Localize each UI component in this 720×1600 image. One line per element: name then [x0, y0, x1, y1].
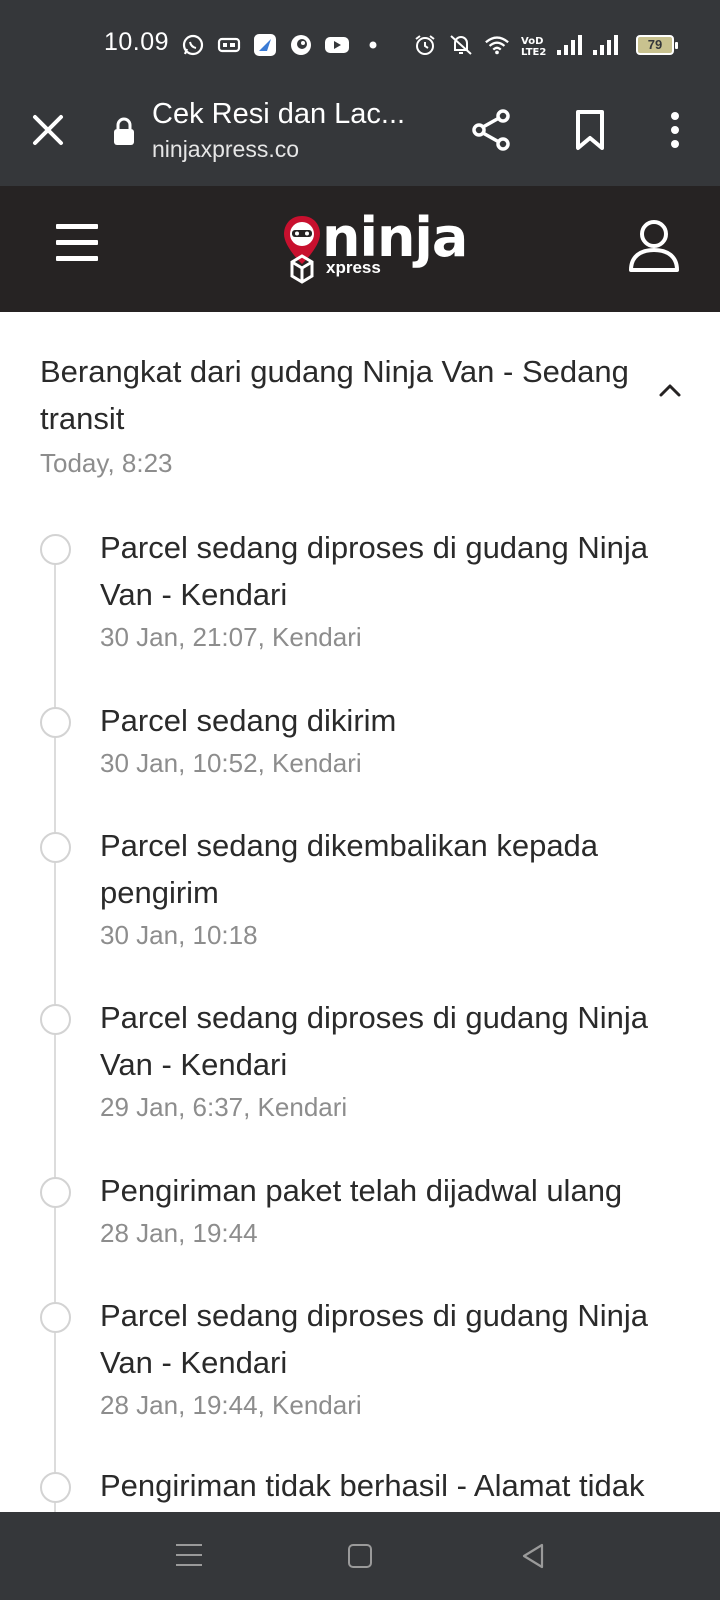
event-meta: 30 Jan, 10:52, Kendari	[100, 748, 362, 778]
youtube-icon	[324, 32, 350, 58]
menu-icon[interactable]	[56, 224, 98, 264]
home-icon[interactable]	[348, 1544, 372, 1568]
tracking-content: Berangkat dari gudang Ninja Van - Sedang…	[0, 312, 720, 1512]
svg-text:VoD: VoD	[521, 36, 543, 47]
event-title: Parcel sedang diproses di gudang Ninja V…	[100, 530, 649, 612]
timeline-dot-icon	[40, 1472, 71, 1503]
dot-icon	[360, 32, 386, 58]
logo-subtitle: xpress	[326, 258, 381, 277]
page-title[interactable]: Cek Resi dan Lac...	[152, 98, 405, 131]
event-title: Parcel sedang dikembalikan kepada pengir…	[100, 828, 599, 910]
wifi-icon	[484, 32, 510, 58]
latest-status-title: Berangkat dari gudang Ninja Van - Sedang…	[40, 354, 629, 436]
whatsapp-icon	[180, 32, 206, 58]
battery-icon: 79	[636, 35, 678, 55]
event-meta: 30 Jan, 10:18	[100, 920, 258, 950]
event-title: Parcel sedang dikirim	[100, 703, 397, 738]
volte-icon: VoD LTE2	[520, 32, 546, 58]
timeline-item: Parcel sedang dikembalikan kepada pengir…	[40, 822, 680, 951]
timeline-dot-icon	[40, 1177, 71, 1208]
timeline-item: Parcel sedang diproses di gudang Ninja V…	[40, 1292, 680, 1421]
chevron-up-icon[interactable]	[656, 380, 684, 400]
svg-text:LTE2: LTE2	[521, 47, 546, 57]
timeline-item: Pengiriman tidak berhasil - Alamat tidak	[40, 1462, 680, 1512]
event-meta: 29 Jan, 6:37, Kendari	[100, 1092, 348, 1122]
status-time: 10.09	[104, 28, 170, 56]
notification-icons	[180, 30, 396, 60]
timeline-dot-icon	[40, 707, 71, 738]
timeline-dot-icon	[40, 1302, 71, 1333]
system-nav-bar	[0, 1512, 720, 1600]
event-title: Parcel sedang diproses di gudang Ninja V…	[100, 1000, 649, 1082]
user-account-icon[interactable]	[628, 218, 680, 274]
alarm-icon	[412, 32, 438, 58]
signal-icon	[556, 32, 582, 58]
back-icon[interactable]	[520, 1542, 546, 1570]
share-icon[interactable]	[470, 108, 514, 152]
lock-icon[interactable]	[112, 116, 136, 146]
signal-icon	[592, 32, 618, 58]
close-icon[interactable]	[28, 110, 68, 150]
timeline-item: Parcel sedang diproses di gudang Ninja V…	[40, 524, 680, 653]
browser-toolbar: Cek Resi dan Lac... ninjaxpress.co	[0, 88, 720, 186]
latest-status-time: Today, 8:23	[40, 448, 173, 478]
ninja-xpress-logo[interactable]: ninja xpress	[282, 206, 468, 284]
site-header: ninja xpress	[0, 186, 720, 312]
system-icons: VoD LTE2 79	[412, 30, 678, 60]
timeline-dot-icon	[40, 1004, 71, 1035]
bookmark-icon[interactable]	[570, 108, 610, 152]
event-meta: 30 Jan, 21:07, Kendari	[100, 622, 362, 652]
status-bar: 10.09 VoD LTE2 79	[0, 0, 720, 88]
mute-icon	[448, 32, 474, 58]
timeline-line	[54, 560, 56, 1512]
event-meta: 28 Jan, 19:44, Kendari	[100, 1390, 362, 1420]
latest-status[interactable]: Berangkat dari gudang Ninja Van - Sedang…	[40, 348, 640, 479]
timeline-item: Pengiriman paket telah dijadwal ulang 28…	[40, 1167, 680, 1249]
timeline-item: Parcel sedang diproses di gudang Ninja V…	[40, 994, 680, 1123]
event-title: Parcel sedang diproses di gudang Ninja V…	[100, 1298, 649, 1380]
page-url[interactable]: ninjaxpress.co	[152, 136, 299, 163]
recent-apps-icon[interactable]	[176, 1544, 202, 1568]
timeline-dot-icon	[40, 832, 71, 863]
event-meta: 28 Jan, 19:44	[100, 1218, 258, 1248]
timeline-item: Parcel sedang dikirim 30 Jan, 10:52, Ken…	[40, 697, 680, 779]
message-icon	[216, 32, 242, 58]
event-title: Pengiriman tidak berhasil - Alamat tidak	[100, 1468, 645, 1503]
app-icon	[288, 32, 314, 58]
app-icon	[252, 32, 278, 58]
event-title: Pengiriman paket telah dijadwal ulang	[100, 1173, 623, 1208]
timeline-dot-icon	[40, 534, 71, 565]
more-options-icon[interactable]	[655, 108, 695, 152]
